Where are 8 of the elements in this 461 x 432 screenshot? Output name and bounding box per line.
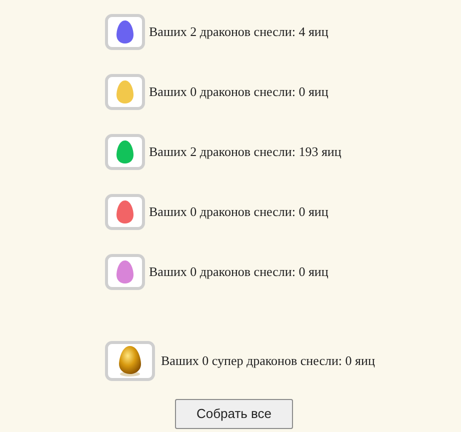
egg-count-text: Ваших 2 драконов снесли: 193 яиц [149, 142, 342, 161]
collect-all-button[interactable]: Собрать все [175, 399, 293, 429]
golden-egg-icon [118, 345, 142, 377]
egg-count-text: Ваших 0 драконов снесли: 0 яиц [149, 82, 328, 101]
egg-count-text: Ваших 0 супер драконов снесли: 0 яиц [161, 352, 375, 370]
egg-count-text: Ваших 2 драконов снесли: 4 яиц [149, 22, 328, 41]
egg-count-text: Ваших 0 драконов снесли: 0 яиц [149, 262, 328, 281]
egg-count-text: Ваших 0 драконов снесли: 0 яиц [149, 202, 328, 221]
